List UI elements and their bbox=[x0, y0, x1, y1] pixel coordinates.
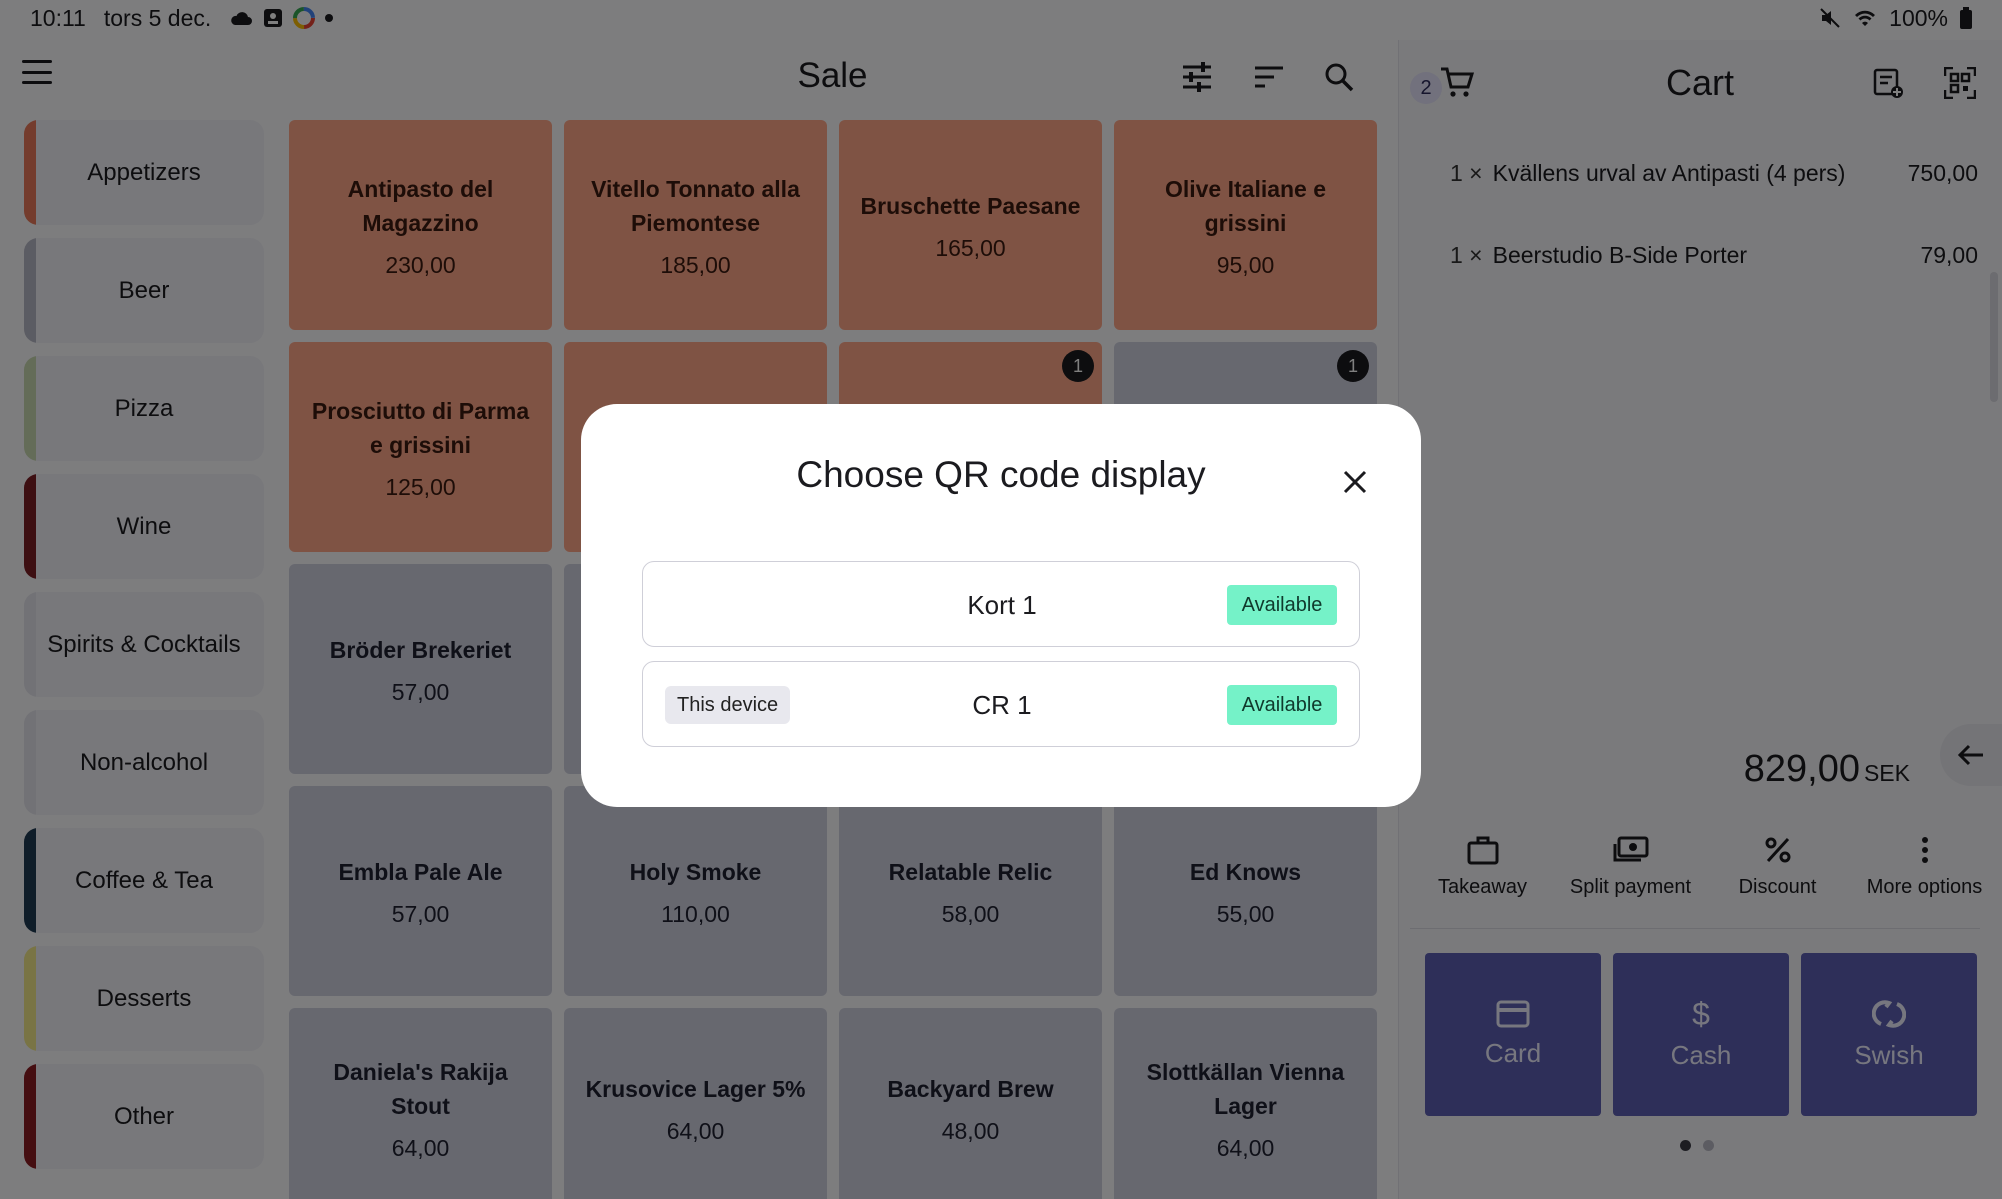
qr-display-option[interactable]: Kort 1 Available bbox=[642, 561, 1360, 647]
qr-display-dialog: Choose QR code display Kort 1 Available … bbox=[581, 404, 1421, 807]
close-icon[interactable] bbox=[1333, 460, 1377, 504]
status-badge: Available bbox=[1227, 685, 1337, 725]
qr-display-option[interactable]: CR 1 This device Available bbox=[642, 661, 1360, 747]
dialog-title: Choose QR code display bbox=[796, 454, 1206, 495]
status-badge: Available bbox=[1227, 585, 1337, 625]
this-device-tag: This device bbox=[665, 686, 791, 724]
